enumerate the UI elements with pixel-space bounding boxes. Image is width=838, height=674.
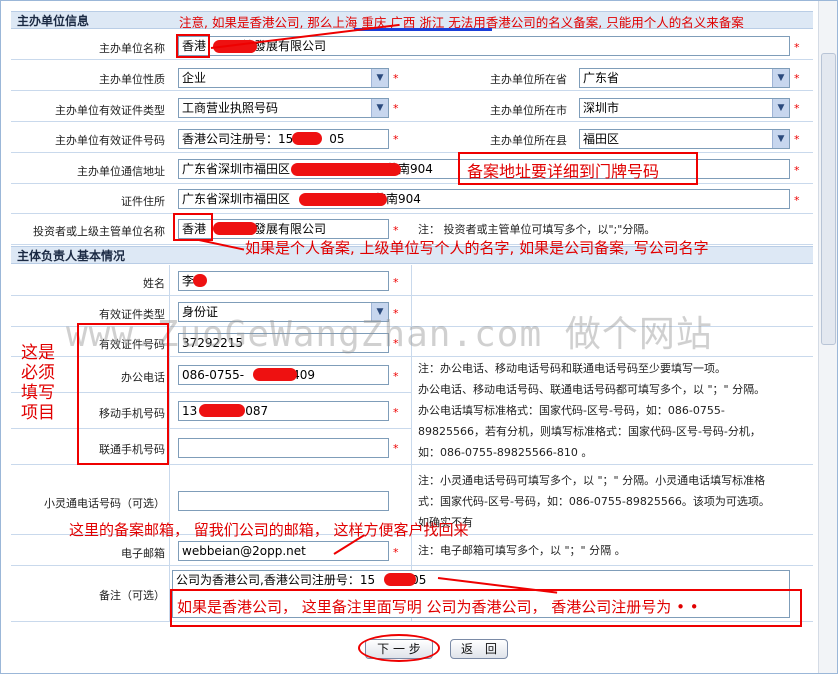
unit-address-label: 主办单位通信地址 [77,165,165,178]
redaction-mark [213,222,257,235]
vertical-scrollbar[interactable] [818,1,837,673]
remark-label: 备注（可选） [99,589,165,602]
required-star: * [393,442,399,455]
unit-nature-label: 主办单位性质 [99,73,165,86]
redaction-mark [384,573,416,586]
email-note: 注：电子邮箱可填写多个，以 "；" 分隔 。 [418,544,626,557]
unit-city-label: 主办单位所在市 [490,104,567,117]
section-title-person-info: 主体负责人基本情况 [17,249,126,263]
investor-label: 投资者或上级主管单位名称 [33,225,165,238]
unit-cert-no-input[interactable]: 香港公司注册号：15 05 [178,129,389,149]
chevron-down-icon[interactable]: ▼ [371,99,388,117]
required-star: * [393,133,399,146]
annotation-required-line: 这是 [21,343,55,363]
required-star: * [393,406,399,419]
phs-label: 小灵通电话号码（可选） [44,497,165,510]
back-button[interactable]: 返 回 [450,639,508,659]
required-star: * [794,164,800,177]
redaction-mark [292,132,322,145]
phs-note: 注：小灵通电话号码可填写多个，以 "；" 分隔。小灵通电话填写标准格 式：国家代… [418,470,770,533]
unit-cert-type-label: 主办单位有效证件类型 [55,104,165,117]
required-star: * [393,72,399,85]
highlight-box-investor [173,213,213,241]
highlight-box-required [77,323,169,465]
highlight-circle-next [358,634,440,662]
person-name-label: 姓名 [143,277,165,290]
unit-name-label: 主办单位名称 [99,42,165,55]
unit-city-value: 深圳市 [583,101,620,115]
required-star: * [794,194,800,207]
annotation-investor: 如果是个人备案, 上级单位写个人的名字, 如果是公司备案, 写公司名字 [245,239,709,257]
chevron-down-icon[interactable]: ▼ [772,99,789,117]
phone-note-line: 办公电话、移动电话号码、联通电话号码都可填写多个，以 "；" 分隔。 [418,383,766,396]
phs-input[interactable] [178,491,389,511]
redaction-mark [199,404,245,417]
annotation-required-line: 填写 [21,383,55,403]
scrollbar-thumb[interactable] [821,53,836,345]
phs-note-line: 式：国家代码-区号-号码，如：086-0755-89825566。该项为可选项。 [418,495,770,508]
required-star: * [794,133,800,146]
investor-note: 注： 投资者或主管单位可填写多个，以";"分隔。 [418,223,656,236]
registration-form-window: 主办单位信息 主办单位名称 香港 技發展有限公司 * 主办单位性质 企业 ▼ * … [0,0,838,674]
unit-cert-type-select[interactable]: 工商营业执照号码 ▼ [178,98,389,118]
chevron-down-icon[interactable]: ▼ [772,130,789,148]
required-star: * [393,276,399,289]
required-star: * [794,72,800,85]
unicom-input[interactable] [178,438,389,458]
email-label: 电子邮箱 [121,547,165,560]
redaction-mark [299,193,387,206]
unit-county-label: 主办单位所在县 [490,134,567,147]
unit-province-label: 主办单位所在省 [490,73,567,86]
unit-county-select[interactable]: 福田区 ▼ [579,129,790,149]
required-star: * [393,102,399,115]
person-name-input[interactable]: 李 [178,271,389,291]
annotation-address: 备案地址要详细到门牌号码 [467,162,660,181]
email-input[interactable]: webbeian@2opp.net [178,541,389,561]
phs-note-line: 如确实不有 [418,516,473,529]
annotation-remark: 如果是香港公司， 这里备注里面写明 公司为香港公司， 香港公司注册号为 • • [177,598,699,616]
annotation-required-line: 项目 [21,403,55,423]
annotation-required-line: 必须 [21,363,55,383]
unit-cert-address-label: 证件住所 [121,195,165,208]
redaction-mark [193,274,207,287]
phone-note-line: 办公电话填写标准格式：国家代码-区号-号码，如：086-0755- [418,404,725,417]
annotation-email: 这里的备案邮箱， 留我们公司的邮箱， 这样方便客户找回来 [69,521,469,539]
redaction-mark [291,163,401,176]
redaction-mark [253,368,297,381]
unit-cert-address-input[interactable]: 广东省深圳市福田区 苑南904 [178,189,790,209]
chevron-down-icon[interactable]: ▼ [772,69,789,87]
unit-nature-select[interactable]: 企业 ▼ [178,68,389,88]
unit-county-value: 福田区 [583,132,620,146]
required-star: * [393,224,399,237]
unit-province-select[interactable]: 广东省 ▼ [579,68,790,88]
unit-city-select[interactable]: 深圳市 ▼ [579,98,790,118]
required-star: * [794,41,800,54]
highlight-box-unit-name [176,34,210,58]
phone-note-line: 注：办公电话、移动电话号码和联通电话号码至少要填写一项。 [418,362,726,375]
phs-note-line: 注：小灵通电话号码可填写多个，以 "；" 分隔。小灵通电话填写标准格 [418,474,766,487]
chevron-down-icon[interactable]: ▼ [371,69,388,87]
unit-province-value: 广东省 [583,71,620,85]
unit-cert-no-label: 主办单位有效证件号码 [55,134,165,147]
annotation-required: 这是 必须 填写 项目 [21,343,57,423]
unit-cert-type-value: 工商营业执照号码 [182,101,279,115]
required-star: * [794,102,800,115]
required-star: * [393,546,399,559]
unit-nature-value: 企业 [182,71,207,85]
section-title-unit-info: 主办单位信息 [17,14,90,28]
required-star: * [393,370,399,383]
